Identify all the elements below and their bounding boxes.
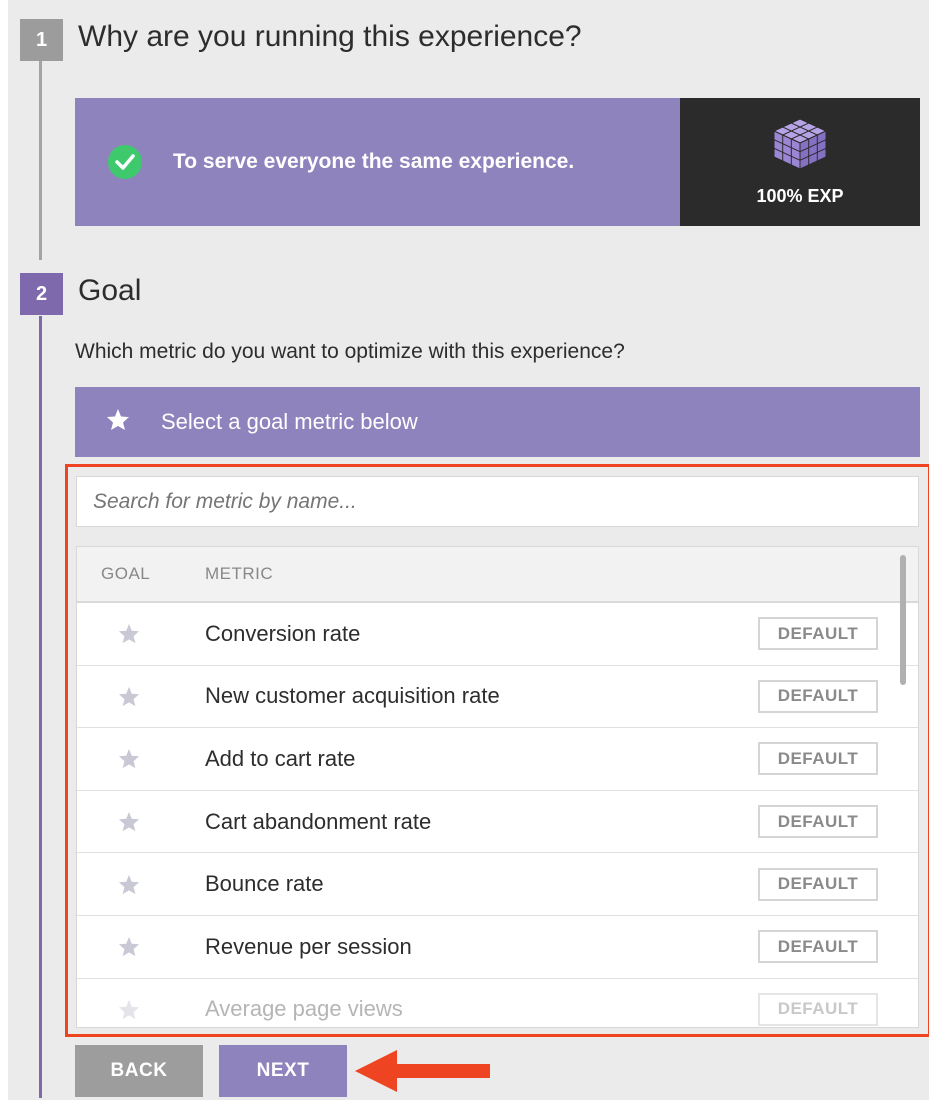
metric-name: Average page views <box>205 996 403 1022</box>
default-button[interactable]: DEFAULT <box>758 617 878 651</box>
experience-type-badge: 100% EXP <box>680 98 920 226</box>
column-header-metric: METRIC <box>205 564 274 583</box>
metric-name: Conversion rate <box>205 620 361 646</box>
table-row[interactable]: Bounce rate DEFAULT <box>77 853 918 916</box>
experience-selection[interactable]: To serve everyone the same experience. <box>75 98 680 226</box>
goal-star-icon[interactable] <box>77 874 205 895</box>
default-button[interactable]: DEFAULT <box>758 867 878 901</box>
column-header-goal: GOAL <box>101 564 151 583</box>
metric-name: Revenue per session <box>205 933 412 959</box>
table-row[interactable]: New customer acquisition rate DEFAULT <box>77 666 918 729</box>
experience-type-label: 100% EXP <box>756 186 844 206</box>
default-button[interactable]: DEFAULT <box>758 805 878 839</box>
step-connector-2 <box>39 316 42 1098</box>
metric-name: Add to cart rate <box>205 745 356 771</box>
table-row[interactable]: Conversion rate DEFAULT <box>77 603 918 666</box>
goal-star-icon[interactable] <box>77 623 205 644</box>
goal-banner-text: Select a goal metric below <box>161 409 418 434</box>
table-row[interactable]: Average page views DEFAULT <box>77 979 918 1027</box>
step-number-1: 1 <box>20 19 63 61</box>
cube-icon <box>770 117 830 176</box>
goal-star-icon[interactable] <box>77 686 205 707</box>
arrow-left-icon <box>355 1048 495 1099</box>
metric-table: GOAL METRIC Conversion rate DEFAULT New … <box>76 546 919 1028</box>
table-row[interactable]: Cart abandonment rate DEFAULT <box>77 791 918 854</box>
goal-star-icon[interactable] <box>77 811 205 832</box>
metric-table-header: GOAL METRIC <box>77 547 918 603</box>
default-button[interactable]: DEFAULT <box>758 992 878 1026</box>
default-button[interactable]: DEFAULT <box>758 679 878 713</box>
next-button[interactable]: NEXT <box>219 1045 347 1097</box>
metric-name: Cart abandonment rate <box>205 808 432 834</box>
step-number-2: 2 <box>20 273 63 315</box>
step-connector-1 <box>39 60 42 260</box>
metric-name: Bounce rate <box>205 871 324 897</box>
default-button[interactable]: DEFAULT <box>758 930 878 964</box>
goal-selection-banner: Select a goal metric below <box>75 387 920 457</box>
star-icon <box>106 408 130 437</box>
metric-name: New customer acquisition rate <box>205 683 500 709</box>
table-scrollbar[interactable] <box>900 555 906 685</box>
goal-question: Which metric do you want to optimize wit… <box>75 340 625 363</box>
table-row[interactable]: Revenue per session DEFAULT <box>77 916 918 979</box>
metric-search-input[interactable] <box>76 476 919 527</box>
goal-star-icon[interactable] <box>77 936 205 957</box>
step-title-1: Why are you running this experience? <box>78 20 582 53</box>
check-icon <box>108 145 142 179</box>
goal-star-icon[interactable] <box>77 999 205 1020</box>
back-button[interactable]: BACK <box>75 1045 203 1097</box>
table-row[interactable]: Add to cart rate DEFAULT <box>77 728 918 791</box>
goal-star-icon[interactable] <box>77 748 205 769</box>
experience-selection-text: To serve everyone the same experience. <box>173 150 575 173</box>
step-title-2: Goal <box>78 274 142 307</box>
experience-type-card[interactable]: To serve everyone the same experience. 1… <box>75 98 920 226</box>
default-button[interactable]: DEFAULT <box>758 742 878 776</box>
